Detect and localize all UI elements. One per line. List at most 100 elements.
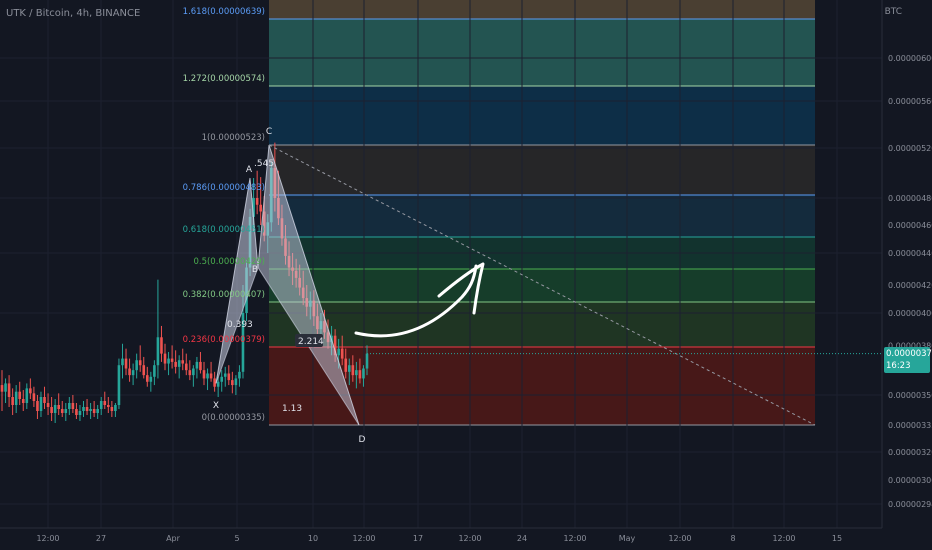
candle-body (344, 358, 348, 372)
price-chart[interactable]: XABCD0.393.5452.2141.13 1.618(0.00000639… (0, 0, 932, 550)
x-tick-label: 12:00 (668, 534, 691, 543)
candle-body (43, 397, 46, 403)
candle-body (0, 385, 4, 392)
candle-body (32, 393, 36, 401)
candle-body (36, 401, 39, 411)
candle-body (75, 409, 78, 415)
y-tick-label: 0.00000320 (888, 448, 932, 457)
candle-body (96, 409, 99, 413)
candle-body (167, 358, 170, 364)
x-tick-label: 12:00 (458, 534, 481, 543)
candle-body (57, 405, 60, 409)
candle-body (145, 375, 149, 382)
y-tick-label: 0.00000520 (888, 144, 932, 153)
candle-body (220, 376, 224, 382)
ratio-label: 2.214 (298, 337, 324, 347)
candle-body (192, 368, 195, 376)
candle-body (117, 365, 121, 405)
candle-body (124, 358, 128, 369)
candle-body (85, 407, 89, 411)
fib-level-label: 0.236(0.00000379) (183, 335, 265, 345)
candle-body (103, 401, 107, 405)
candle-body (365, 353, 369, 369)
y-tick-label: 0.00000440 (888, 249, 932, 258)
candle-body (29, 388, 32, 394)
fib-level-label: 0.382(0.00000407) (183, 290, 265, 300)
candle-body (53, 405, 57, 413)
pattern-point-label: A (246, 165, 253, 175)
candle-body (202, 370, 206, 379)
candle-body (114, 405, 117, 411)
candle-body (39, 397, 43, 411)
candle-body (99, 401, 103, 409)
fib-level-label: 0(0.00000335) (202, 413, 265, 423)
candle-body (238, 371, 241, 379)
current-price-badge: 0.00000375 16:23 (884, 347, 932, 373)
candle-body (209, 373, 213, 379)
y-tick-label: 0.00000306 (888, 476, 932, 485)
fib-level-label: 1.618(0.00000639) (183, 7, 265, 17)
candle-body (351, 365, 355, 376)
candle-body (195, 361, 199, 369)
candle-body (4, 383, 7, 392)
ratio-label: 0.393 (227, 320, 253, 330)
candle-body (78, 411, 82, 415)
x-tick-label: 12:00 (772, 534, 795, 543)
y-tick-label: 0.00000294 (888, 500, 932, 509)
candle-body (92, 409, 96, 413)
candle-body (128, 368, 131, 376)
candle-body (142, 365, 146, 376)
candle-body (160, 337, 163, 354)
candle-body (68, 403, 71, 409)
candle-body (14, 391, 18, 405)
current-price: 0.00000375 (886, 349, 932, 359)
candle-body (163, 353, 167, 364)
candle-body (188, 370, 192, 376)
x-tick-label: 10 (308, 534, 318, 543)
candle-body (60, 409, 64, 413)
fib-level-label: 1(0.00000523) (202, 133, 265, 143)
ratio-label: 1.13 (282, 404, 302, 414)
candle-body (216, 381, 220, 387)
candle-body (46, 403, 50, 407)
y-tick-label: 0.00000600 (888, 54, 932, 63)
fib-level-label: 0.5(0.00000429) (193, 257, 265, 267)
candle-body (174, 361, 177, 367)
candle-body (206, 373, 209, 379)
candle-body (7, 383, 11, 397)
x-tick-label: Apr (166, 534, 181, 543)
axis-unit: BTC (884, 7, 902, 17)
x-tick-label: 12:00 (352, 534, 375, 543)
candle-body (231, 380, 234, 386)
candle-body (199, 361, 202, 371)
candle-body (234, 378, 238, 386)
candle-body (170, 358, 174, 362)
candle-body (223, 373, 227, 377)
candle-body (347, 365, 351, 372)
candle-body (227, 373, 231, 381)
y-tick-label: 0.00000350 (888, 391, 932, 400)
fib-level-label: 0.786(0.00000483) (183, 183, 265, 193)
fib-level-label: 0.618(0.00000451) (183, 225, 265, 235)
candle-body (11, 397, 14, 405)
candle-body (149, 376, 153, 382)
x-tick-label: 17 (413, 534, 423, 543)
candle-body (181, 360, 185, 364)
y-tick-label: 0.00000460 (888, 221, 932, 230)
candle-body (337, 348, 340, 356)
x-tick-label: 12:00 (36, 534, 59, 543)
x-tick-label: 24 (517, 534, 527, 543)
pattern-point-label: X (213, 401, 219, 411)
y-tick-label: 0.00000335 (888, 421, 932, 430)
candle-body (64, 409, 68, 413)
candle-body (153, 365, 156, 377)
x-tick-label: 15 (832, 534, 842, 543)
candle-body (107, 405, 110, 407)
candle-body (21, 399, 25, 403)
y-tick-label: 0.00000480 (888, 194, 932, 203)
candle-body (184, 363, 188, 371)
candle-body (82, 407, 85, 411)
candle-body (362, 368, 365, 379)
candle-body (131, 370, 135, 376)
candle-body (177, 360, 181, 367)
